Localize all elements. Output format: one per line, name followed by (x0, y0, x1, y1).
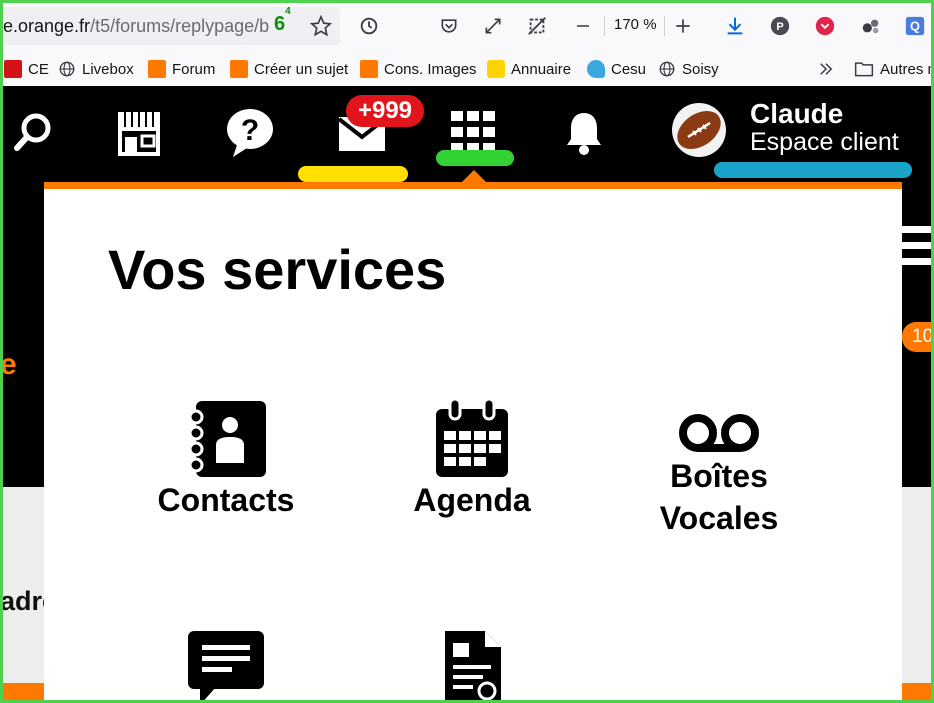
globe-icon (59, 61, 75, 77)
apps-indicator-pill (436, 150, 514, 166)
service-label: Contacts (157, 482, 295, 518)
svg-text:P: P (776, 21, 783, 33)
voicemail-icon (609, 385, 829, 455)
orange-favicon (230, 60, 248, 78)
zoom-level[interactable]: 170 % (614, 16, 657, 33)
tracker-counter[interactable]: 64 (274, 6, 291, 36)
bookmarks-overflow-chevron-icon[interactable] (817, 59, 835, 79)
orange-favicon (360, 60, 378, 78)
bookmark-livebox[interactable]: Livebox (58, 59, 134, 79)
folder-icon (854, 62, 874, 77)
panel-title: Vos services (108, 238, 447, 301)
help-question-icon[interactable]: ? (224, 106, 276, 160)
bookmark-forum[interactable]: Forum (148, 59, 215, 79)
account-indicator-pill (714, 162, 912, 178)
ce-favicon (4, 60, 22, 78)
sms-message-icon (116, 629, 336, 703)
service-label: Boîtes Vocales (659, 458, 779, 536)
service-label: Agenda (413, 482, 531, 518)
history-icon[interactable] (356, 13, 382, 39)
service-sms[interactable] (116, 629, 336, 703)
left-edge-fragment: e (0, 348, 17, 381)
bookmark-ce[interactable]: CE (4, 59, 49, 79)
globe-icon (659, 61, 675, 77)
mail-indicator-pill (298, 166, 408, 182)
service-contacts[interactable]: Contacts (116, 389, 336, 521)
bookmark-soisy[interactable]: Soisy (658, 59, 719, 79)
extension-q-icon[interactable]: Q (902, 13, 928, 39)
espace-client-link[interactable]: Espace client (750, 128, 899, 157)
url-path: /t5/forums/replypage/b (90, 16, 270, 36)
bookmark-other-folder[interactable]: Autres m (854, 59, 934, 79)
side-count-badge: 10 (902, 322, 934, 352)
bookmark-cons-images[interactable]: Cons. Images (360, 59, 477, 79)
avatar[interactable] (672, 103, 726, 157)
toolbar-separator (604, 16, 605, 36)
pocket-heart-icon[interactable] (812, 13, 838, 39)
bookmark-creer-sujet[interactable]: Créer un sujet (230, 59, 348, 79)
service-documents[interactable] (362, 629, 582, 703)
extension-dots-icon[interactable] (858, 13, 884, 39)
menu-hamburger-icon[interactable] (902, 226, 934, 286)
extension-p-icon[interactable]: P (767, 13, 793, 39)
bookmark-star-icon[interactable] (308, 13, 334, 39)
bookmark-cesu[interactable]: Cesu (587, 59, 646, 79)
mail-count-badge: +999 (346, 95, 424, 127)
shop-icon[interactable] (114, 108, 164, 158)
url-domain: e.orange.fr (3, 16, 91, 36)
toolbar-separator (664, 16, 665, 36)
service-boites-vocales[interactable]: Boîtes Vocales (609, 385, 829, 539)
calendar-icon (362, 389, 582, 479)
user-name[interactable]: Claude (750, 98, 843, 130)
bookmark-annuaire[interactable]: Annuaire (487, 59, 571, 79)
zoom-out-icon[interactable] (570, 13, 596, 39)
service-agenda[interactable]: Agenda (362, 389, 582, 521)
zoom-in-icon[interactable] (670, 13, 696, 39)
document-user-icon (362, 629, 582, 703)
download-icon[interactable] (722, 13, 748, 39)
pocket-icon[interactable] (436, 13, 462, 39)
svg-text:?: ? (241, 114, 259, 147)
screenshot-icon[interactable] (524, 13, 550, 39)
notifications-bell-icon[interactable] (564, 108, 604, 156)
browser-toolbar: e.orange.fr/t5/forums/replypage/b 64 170… (0, 0, 934, 52)
services-panel: Vos services Contacts Agenda Boîtes Voca… (44, 182, 902, 703)
panel-pointer-caret (462, 170, 486, 182)
svg-text:Q: Q (910, 19, 920, 34)
cesu-favicon (587, 60, 605, 78)
orange-favicon (148, 60, 166, 78)
fullscreen-icon[interactable] (480, 13, 506, 39)
contacts-book-icon (116, 389, 336, 479)
smiley-favicon (487, 60, 505, 78)
search-icon[interactable] (10, 108, 58, 156)
bookmarks-bar: CE Livebox Forum Créer un sujet Cons. Im… (0, 52, 934, 86)
